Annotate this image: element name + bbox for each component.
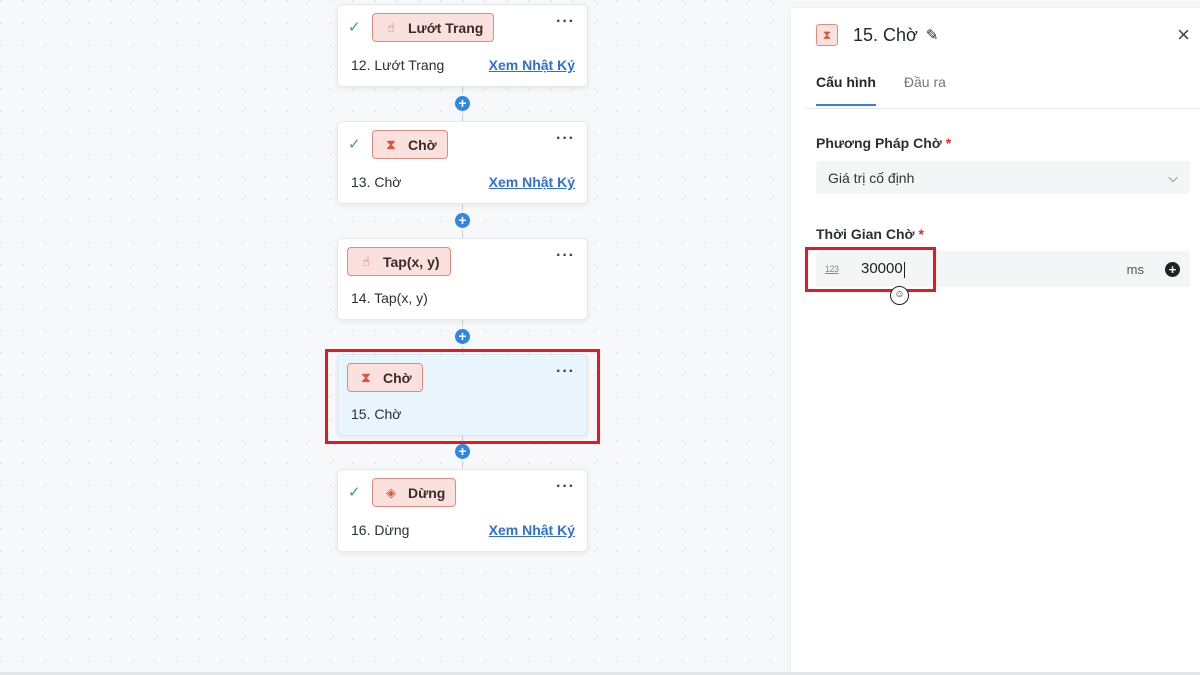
node-type-chip: ◈ Dừng	[372, 478, 457, 507]
panel-tabs: Cấu hình Đầu ra	[816, 74, 974, 106]
wait-method-label: Phương Pháp Chờ *	[816, 135, 951, 151]
wait-time-value[interactable]: 30000	[861, 260, 905, 278]
mouse-cursor-icon: ☺	[890, 286, 909, 305]
more-options-icon[interactable]: ···	[556, 363, 575, 381]
wait-time-value-text: 30000	[861, 260, 903, 278]
chip-label: Dừng	[408, 484, 446, 501]
wait-time-input[interactable]: 123 30000 ms +	[816, 251, 1190, 287]
tab-config[interactable]: Cấu hình	[816, 74, 876, 106]
check-icon: ✓	[348, 19, 361, 36]
node-title: 14. Tap(x, y)	[351, 290, 428, 306]
node-type-chip: ☝ Tap(x, y)	[347, 247, 451, 276]
chip-label: Lướt Trang	[408, 19, 484, 36]
check-icon: ✓	[348, 136, 361, 153]
more-options-icon[interactable]: ···	[556, 247, 575, 265]
add-step-button[interactable]: +	[455, 329, 470, 344]
tabs-divider	[806, 108, 1200, 109]
chip-label: Chờ	[408, 136, 437, 153]
node-config-panel: ⧗ 15. Chờ ✎ × Cấu hình Đầu ra Phương Phá…	[791, 8, 1200, 675]
text-caret	[903, 261, 905, 278]
workflow-node-16[interactable]: ✓ ◈ Dừng ··· 16. Dừng Xem Nhật Ký	[337, 469, 588, 552]
chip-label: Tap(x, y)	[383, 253, 440, 270]
wait-method-label-text: Phương Pháp Chờ	[816, 135, 942, 151]
hourglass-icon: ⧗	[386, 136, 396, 152]
chip-label: Chờ	[383, 369, 412, 386]
panel-title: 15. Chờ	[853, 24, 918, 45]
check-icon: ✓	[348, 484, 361, 501]
hourglass-icon: ⧗	[361, 369, 371, 385]
workflow-node-15[interactable]: ⧗ Chờ ··· 15. Chờ	[337, 354, 588, 436]
node-title: 16. Dừng	[351, 522, 410, 538]
workflow-node-13[interactable]: ✓ ⧗ Chờ ··· 13. Chờ Xem Nhật Ký	[337, 121, 588, 204]
stop-sign-icon: ◈	[386, 484, 396, 500]
workflow-canvas[interactable]: + + + + ✓ ☝ Lướt Trang ··· 12. Lướt Tran…	[0, 0, 790, 675]
add-step-button[interactable]: +	[455, 213, 470, 228]
tab-output[interactable]: Đầu ra	[904, 74, 946, 106]
workflow-node-12[interactable]: ✓ ☝ Lướt Trang ··· 12. Lướt Trang Xem Nh…	[337, 4, 588, 87]
unit-label: ms	[1126, 261, 1144, 277]
more-options-icon[interactable]: ···	[556, 478, 575, 496]
hourglass-icon: ⧗	[816, 24, 838, 46]
node-title: 12. Lướt Trang	[351, 57, 445, 73]
wait-method-select[interactable]: Giá trị cố định ⌵	[816, 161, 1190, 194]
required-asterisk: *	[918, 226, 924, 242]
node-type-chip: ⧗ Chờ	[372, 130, 448, 159]
add-step-button[interactable]: +	[455, 444, 470, 459]
number-type-icon: 123	[825, 264, 839, 274]
wait-method-value: Giá trị cố định	[828, 169, 915, 186]
add-step-button[interactable]: +	[455, 96, 470, 111]
workflow-node-14[interactable]: ☝ Tap(x, y) ··· 14. Tap(x, y)	[337, 238, 588, 320]
close-icon[interactable]: ×	[1177, 22, 1190, 48]
node-title: 15. Chờ	[351, 406, 402, 422]
wait-time-label-text: Thời Gian Chờ	[816, 226, 915, 242]
more-options-icon[interactable]: ···	[556, 130, 575, 148]
wait-time-label: Thời Gian Chờ *	[816, 226, 924, 242]
chevron-down-icon: ⌵	[1168, 169, 1178, 185]
swipe-icon: ☝	[387, 19, 395, 35]
node-type-chip: ⧗ Chờ	[347, 363, 423, 392]
add-circle-icon[interactable]: +	[1165, 261, 1180, 277]
view-log-link[interactable]: Xem Nhật Ký	[489, 174, 575, 190]
view-log-link[interactable]: Xem Nhật Ký	[489, 57, 575, 73]
node-type-chip: ☝ Lướt Trang	[372, 13, 495, 42]
tap-hand-icon: ☝	[362, 253, 370, 269]
view-log-link[interactable]: Xem Nhật Ký	[489, 522, 575, 538]
node-title: 13. Chờ	[351, 174, 402, 190]
panel-header: ⧗ 15. Chờ ✎	[816, 24, 938, 46]
required-asterisk: *	[945, 135, 952, 151]
edit-pencil-icon[interactable]: ✎	[926, 26, 939, 44]
more-options-icon[interactable]: ···	[556, 13, 575, 31]
